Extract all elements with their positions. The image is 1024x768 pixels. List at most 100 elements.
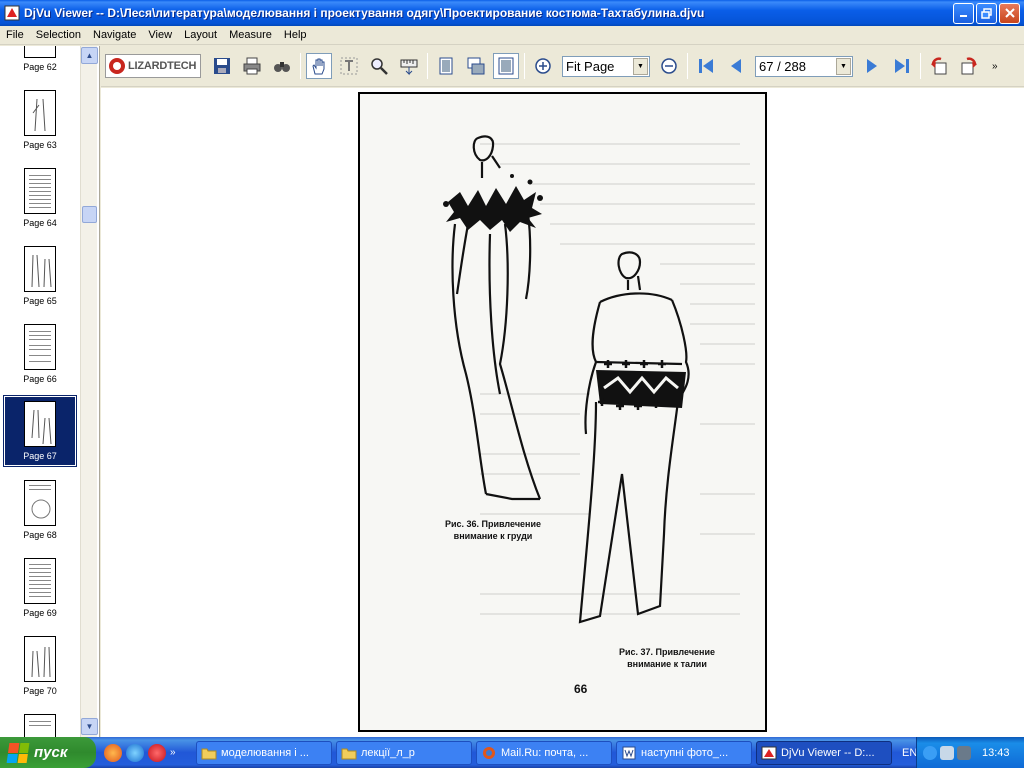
find-button[interactable] xyxy=(269,53,295,79)
figure-caption-36: Рис. 36. Привлечение внимание к груди xyxy=(444,519,542,541)
thumbnail-page-69[interactable]: Page 69 xyxy=(4,558,76,634)
thumbnail-page-67[interactable]: Page 67 xyxy=(3,395,77,467)
tray-expand-icon[interactable] xyxy=(923,745,937,760)
page-value: 67 / 288 xyxy=(759,58,806,74)
thumbnail-page-65[interactable]: Page 65 xyxy=(4,246,76,322)
menu-file[interactable]: File xyxy=(0,26,30,45)
next-page-button[interactable] xyxy=(859,53,885,79)
internet-explorer-icon[interactable] xyxy=(126,743,144,762)
task-label: Mail.Ru: почта, ... xyxy=(501,746,589,759)
taskbar-button-folder-lectures[interactable]: лекції_л_р xyxy=(336,740,472,765)
maximize-button[interactable] xyxy=(976,2,997,24)
thumbnail-label: Page 65 xyxy=(23,296,57,306)
printer-icon xyxy=(243,57,261,75)
opera-icon[interactable] xyxy=(148,743,166,762)
rotate-left-button[interactable] xyxy=(926,53,952,79)
page-select[interactable]: 67 / 288 ▼ xyxy=(755,55,853,77)
thumbnail-page-66[interactable]: Page 66 xyxy=(4,324,76,400)
thumbnail-sidebar: Page 62 Page 63 Page 64 Page 65 Page 66 xyxy=(0,46,100,737)
last-page-button[interactable] xyxy=(889,53,915,79)
page-dropdown-button[interactable]: ▼ xyxy=(836,57,851,75)
thumbnail-page-71[interactable] xyxy=(4,714,76,737)
firefox-icon[interactable] xyxy=(104,743,122,762)
rotate-right-icon xyxy=(961,57,977,75)
rotate-right-button[interactable] xyxy=(956,53,982,79)
save-button[interactable] xyxy=(209,53,235,79)
fashion-illustration xyxy=(443,135,755,624)
thumbnail-page-63[interactable]: Page 63 xyxy=(4,90,76,166)
folder-icon xyxy=(201,748,217,759)
facing-pages-button[interactable] xyxy=(493,53,519,79)
zoom-out-button[interactable] xyxy=(656,53,682,79)
thumbnail-label: Page 69 xyxy=(23,608,57,618)
arrow-up-icon: ▲ xyxy=(85,51,94,60)
menu-measure[interactable]: Measure xyxy=(223,26,278,45)
network-icon[interactable] xyxy=(940,745,954,760)
word-document-icon xyxy=(622,746,636,759)
first-page-button[interactable] xyxy=(693,53,719,79)
thumbnail-page-62[interactable]: Page 62 xyxy=(4,46,76,88)
scroll-down-button[interactable]: ▼ xyxy=(81,718,98,735)
lizardtech-logo-icon xyxy=(109,58,125,74)
sidebar-scrollbar[interactable]: ▲ ▼ xyxy=(80,46,98,737)
zoom-tool-button[interactable] xyxy=(366,53,392,79)
thumbnail-label: Page 68 xyxy=(23,530,57,540)
single-page-button[interactable] xyxy=(433,53,459,79)
thumbnail-label: Page 63 xyxy=(23,140,57,150)
plus-circle-icon xyxy=(535,58,551,74)
thumbnail-label: Page 64 xyxy=(23,218,57,228)
ruler-tool-button[interactable] xyxy=(396,53,422,79)
previous-page-button[interactable] xyxy=(723,53,749,79)
menu-selection[interactable]: Selection xyxy=(30,26,87,45)
taskbar-button-djvu-viewer[interactable]: DjVu Viewer -- D:... xyxy=(756,740,892,765)
thumbnail-page-70[interactable]: Page 70 xyxy=(4,636,76,712)
scroll-up-button[interactable]: ▲ xyxy=(81,47,98,64)
thumbnail-label: Page 70 xyxy=(23,686,57,696)
thumbnail-image xyxy=(24,168,56,214)
print-button[interactable] xyxy=(239,53,265,79)
text-select-icon xyxy=(340,57,358,75)
windows-flag-icon xyxy=(6,742,30,763)
clock[interactable]: 13:43 xyxy=(982,747,1010,759)
window-title: DjVu Viewer -- D:\Леся\литература\моделю… xyxy=(24,6,705,20)
taskbar-button-word[interactable]: наступні фото_... xyxy=(616,740,752,765)
document-view[interactable]: Рис. 36. Привлечение внимание к груди Ри… xyxy=(101,88,1024,737)
system-tray: 13:43 xyxy=(916,737,1024,768)
quick-launch-more-button[interactable]: » xyxy=(170,747,176,758)
title-bar[interactable]: DjVu Viewer -- D:\Леся\литература\моделю… xyxy=(0,0,1024,26)
scroll-thumb[interactable] xyxy=(82,206,97,223)
taskbar-button-mailru[interactable]: Mail.Ru: почта, ... xyxy=(476,740,612,765)
thumbnail-label: Page 62 xyxy=(23,62,57,72)
thumbnail-image xyxy=(24,401,56,447)
menu-help[interactable]: Help xyxy=(278,26,313,45)
chevron-down-icon: ▼ xyxy=(637,62,644,70)
zoom-select[interactable]: Fit Page ▼ xyxy=(562,55,650,77)
thumbnail-label: Page 66 xyxy=(23,374,57,384)
monitor-icon[interactable] xyxy=(957,745,971,760)
toolbar-separator xyxy=(300,53,301,79)
lizardtech-logo[interactable]: LIZARDTECH xyxy=(105,54,201,78)
windows-taskbar: пуск » моделювання і ... лекції_л_р Mail… xyxy=(0,737,1024,768)
menu-view[interactable]: View xyxy=(142,26,178,45)
close-button[interactable] xyxy=(999,2,1020,24)
menu-layout[interactable]: Layout xyxy=(178,26,223,45)
thumbnail-page-64[interactable]: Page 64 xyxy=(4,168,76,244)
taskbar-button-folder-modeling[interactable]: моделювання і ... xyxy=(196,740,332,765)
menu-navigate[interactable]: Navigate xyxy=(87,26,142,45)
start-button[interactable]: пуск xyxy=(0,737,96,768)
document-page[interactable]: Рис. 36. Привлечение внимание к груди Ри… xyxy=(358,92,767,732)
text-select-button[interactable] xyxy=(336,53,362,79)
minimize-button[interactable] xyxy=(953,2,974,24)
continuous-page-button[interactable] xyxy=(463,53,489,79)
thumbnail-image xyxy=(24,480,56,526)
zoom-dropdown-button[interactable]: ▼ xyxy=(633,57,648,75)
fashion-sketch-thumb xyxy=(31,254,52,288)
task-label: DjVu Viewer -- D:... xyxy=(781,746,875,759)
zoom-in-button[interactable] xyxy=(530,53,556,79)
toolbar-overflow-button[interactable]: » xyxy=(992,61,998,72)
chevron-down-icon: ▼ xyxy=(840,62,847,70)
thumbnail-page-68[interactable]: Page 68 xyxy=(4,480,76,556)
thumbnail-image xyxy=(24,714,56,737)
thumbnail-list: Page 62 Page 63 Page 64 Page 65 Page 66 xyxy=(0,46,80,737)
pan-tool-button[interactable] xyxy=(306,53,332,79)
